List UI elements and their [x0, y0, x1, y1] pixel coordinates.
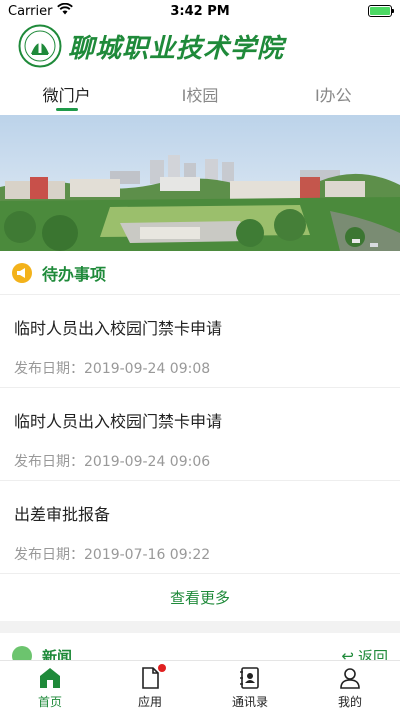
todo-item-date: 发布日期：2019-09-24 09:08 — [14, 358, 386, 378]
tabbar-label: 我的 — [337, 695, 362, 709]
view-more-button[interactable]: 查看更多 — [0, 574, 400, 620]
top-tabs: 微门户 I校园 I办公 — [0, 74, 400, 114]
todo-item-title: 出差审批报备 — [14, 505, 111, 524]
home-icon — [40, 668, 60, 688]
tabbar-item-apps[interactable]: 应用 — [100, 661, 200, 710]
todo-header: 待办事项 — [0, 251, 400, 295]
todo-item-date: 发布日期：2019-07-16 09:22 — [14, 544, 386, 564]
date-value: 2019-09-24 09:08 — [84, 361, 211, 377]
status-time: 3:42 PM — [170, 3, 230, 19]
tab-label: I校园 — [181, 86, 219, 105]
megaphone-icon — [12, 262, 32, 283]
school-seal-icon — [18, 24, 62, 68]
campus-banner-image[interactable] — [0, 115, 400, 251]
user-profile-icon — [340, 668, 360, 689]
contacts-book-icon — [240, 667, 259, 689]
date-value: 2019-07-16 09:22 — [84, 547, 211, 563]
todo-item[interactable]: 出差审批报备 发布日期：2019-07-16 09:22 — [0, 481, 400, 574]
bottom-tab-bar: 首页 应用 通讯录 我的 — [0, 660, 400, 710]
notification-badge — [158, 664, 166, 672]
news-section-header: 新闻 ↩ 返回 — [0, 633, 400, 663]
todo-item-title: 临时人员出入校园门禁卡申请 — [14, 319, 223, 338]
tabbar-label: 首页 — [37, 695, 62, 709]
date-label: 发布日期： — [14, 454, 84, 470]
school-name: 聊城职业技术学院 — [68, 33, 285, 64]
todo-title: 待办事项 — [42, 264, 107, 284]
date-label: 发布日期： — [14, 361, 84, 377]
todo-item-date: 发布日期：2019-09-24 09:06 — [14, 451, 386, 471]
todo-item[interactable]: 临时人员出入校园门禁卡申请 发布日期：2019-09-24 09:06 — [0, 388, 400, 481]
tab-office[interactable]: I办公 — [267, 74, 400, 114]
date-value: 2019-09-24 09:06 — [84, 454, 211, 470]
section-divider — [0, 621, 400, 633]
tab-weimenhu[interactable]: 微门户 — [0, 74, 133, 114]
tabbar-label: 应用 — [137, 695, 162, 709]
tabbar-item-home[interactable]: 首页 — [0, 661, 100, 710]
tab-label: I办公 — [314, 86, 352, 105]
todo-section: 待办事项 临时人员出入校园门禁卡申请 发布日期：2019-09-24 09:08… — [0, 251, 400, 621]
battery-icon — [368, 5, 394, 17]
active-tab-indicator — [55, 108, 78, 111]
todo-item[interactable]: 临时人员出入校园门禁卡申请 发布日期：2019-09-24 09:08 — [0, 295, 400, 388]
status-bar: Carrier 3:42 PM — [0, 0, 400, 22]
tab-campus[interactable]: I校园 — [133, 74, 266, 114]
tabbar-item-profile[interactable]: 我的 — [300, 661, 400, 710]
tabbar-label: 通讯录 — [231, 695, 268, 709]
date-label: 发布日期： — [14, 547, 84, 563]
tab-label: 微门户 — [42, 86, 91, 105]
app-header: 聊城职业技术学院 — [0, 22, 400, 70]
tabbar-item-contacts[interactable]: 通讯录 — [200, 661, 300, 710]
todo-item-title: 临时人员出入校园门禁卡申请 — [14, 412, 223, 431]
